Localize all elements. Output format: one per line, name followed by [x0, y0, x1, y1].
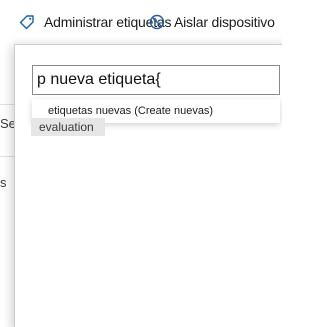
device-page: Se s Administrar etiquetas Aislar dispos… [0, 0, 282, 327]
tag-search-field[interactable] [32, 65, 280, 95]
manage-tags-panel: etiquetas nuevas (Create nuevas) [14, 44, 282, 327]
block-icon [148, 13, 166, 31]
background-divider [0, 156, 14, 157]
tag-icon [18, 13, 36, 31]
background-text-fragment: s [0, 175, 7, 190]
isolate-device-label: Aislar dispositivo [174, 14, 275, 30]
isolate-device-button[interactable]: Aislar dispositivo [148, 10, 275, 34]
background-divider [0, 104, 14, 105]
tag-chip: evaluation [31, 118, 105, 136]
tag-search-input[interactable] [33, 66, 279, 94]
